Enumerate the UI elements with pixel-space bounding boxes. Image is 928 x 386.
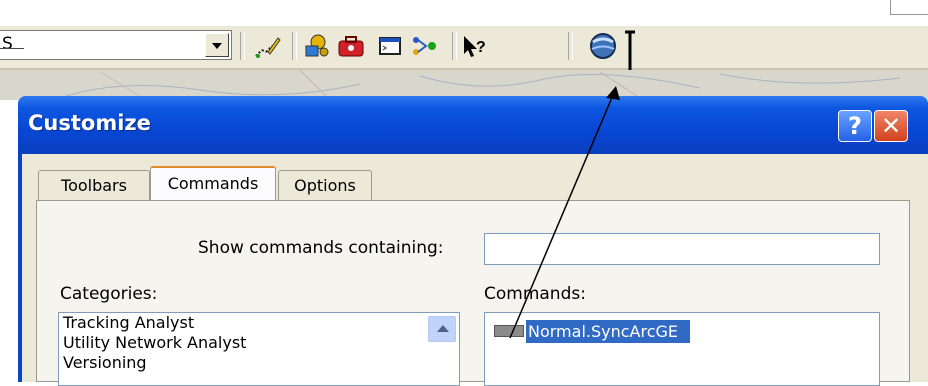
toolbar-separator [240,32,245,60]
show-commands-label: Show commands containing: [198,238,444,258]
categories-label: Categories: [60,284,158,304]
whats-this-help-icon[interactable]: ? [460,32,490,60]
list-item[interactable]: Versioning [59,353,459,373]
scale-combobox-value: S [2,34,13,54]
dialog-titlebar[interactable]: Customize ? ✕ [18,96,928,154]
annotation-line-left [0,48,24,49]
toolbar-separator [292,32,297,60]
model-builder-icon[interactable] [410,32,440,60]
help-button[interactable]: ? [838,110,872,142]
dialog-title: Customize [28,111,151,135]
list-item[interactable]: Tracking Analyst [59,313,459,333]
scroll-up-button[interactable] [428,316,456,342]
tab-options[interactable]: Options [278,170,372,200]
command-button-icon [494,325,524,337]
commands-label: Commands: [484,284,586,304]
window-top-area [0,0,928,26]
scale-combobox[interactable]: S [0,30,232,60]
categories-listbox[interactable]: Tracking Analyst Utility Network Analyst… [58,312,460,386]
arctoolbox-icon[interactable] [336,32,366,60]
editor-sketch-icon[interactable] [252,32,282,60]
close-button[interactable]: ✕ [874,110,908,142]
tab-commands[interactable]: Commands [150,166,276,200]
identify-tools-icon[interactable] [302,32,332,60]
show-commands-input[interactable] [484,233,880,265]
list-item[interactable]: Utility Network Analyst [59,333,459,353]
tab-toolbars[interactable]: Toolbars [38,170,150,200]
sync-arcge-globe-icon[interactable] [588,32,618,60]
command-item-syncarcge[interactable]: Normal.SyncArcGE [494,318,691,344]
svg-text:?: ? [476,39,486,56]
toolbar-separator [452,32,457,60]
command-line-icon[interactable] [376,32,406,60]
corner-divider [890,0,928,15]
chevron-down-icon[interactable] [205,33,229,57]
command-item-label: Normal.SyncArcGE [526,319,691,343]
toolbar-separator [568,32,573,60]
